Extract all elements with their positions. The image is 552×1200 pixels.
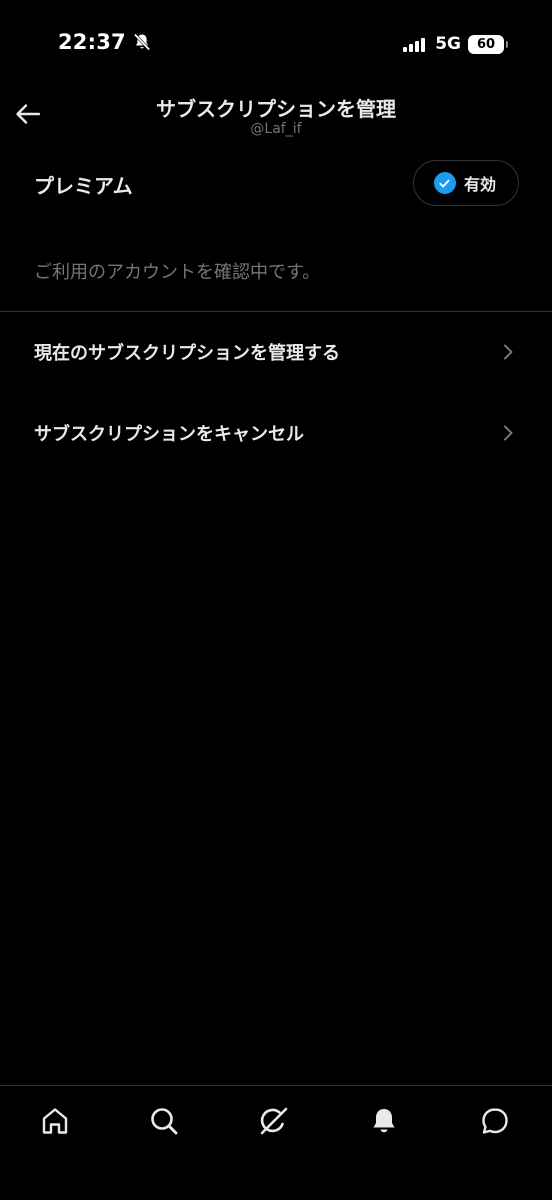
status-bar: 22:37 5G 60 bbox=[0, 0, 552, 90]
bell-icon bbox=[373, 1109, 395, 1133]
battery-level: 60 bbox=[476, 36, 496, 52]
home-icon bbox=[42, 1108, 68, 1134]
grok-icon bbox=[260, 1107, 288, 1135]
header: サブスクリプションを管理 @Laf_if bbox=[0, 88, 552, 148]
bell-off-icon bbox=[133, 33, 151, 51]
manage-subscription-item[interactable]: 現在のサブスクリプションを管理する bbox=[0, 312, 552, 392]
menu-item-label: サブスクリプションをキャンセル bbox=[34, 424, 304, 445]
nav-messages-button[interactable] bbox=[475, 1101, 515, 1141]
status-time: 22:37 bbox=[58, 30, 126, 54]
nav-search-button[interactable] bbox=[144, 1101, 184, 1141]
status-time-group: 22:37 bbox=[58, 30, 152, 54]
status-badge[interactable]: 有効 bbox=[412, 160, 519, 206]
account-handle: @Laf_if bbox=[250, 121, 302, 137]
status-right: 5G 60 bbox=[403, 34, 508, 54]
search-icon bbox=[151, 1108, 178, 1135]
check-circle-icon bbox=[433, 172, 456, 194]
nav-home-button[interactable] bbox=[35, 1101, 75, 1141]
cancel-subscription-item[interactable]: サブスクリプションをキャンセル bbox=[0, 393, 552, 473]
battery-icon: 60 bbox=[468, 34, 508, 54]
status-badge-label: 有効 bbox=[463, 175, 496, 194]
message-icon bbox=[482, 1108, 508, 1134]
chevron-right-icon bbox=[504, 425, 513, 441]
screen: 22:37 5G 60 サブスクリプションを管理 @Laf_if プレミアム 有… bbox=[0, 0, 552, 1200]
premium-label: プレミアム bbox=[34, 174, 133, 198]
page-title: サブスクリプションを管理 bbox=[156, 97, 396, 121]
signal-icon bbox=[403, 36, 426, 52]
network-type: 5G bbox=[435, 34, 461, 54]
chevron-right-icon bbox=[504, 344, 513, 360]
nav-notifications-button[interactable] bbox=[364, 1101, 404, 1141]
menu-item-label: 現在のサブスクリプションを管理する bbox=[34, 343, 340, 364]
account-status-text: ご利用のアカウントを確認中です。 bbox=[34, 262, 321, 283]
bottom-nav bbox=[0, 1085, 552, 1200]
nav-grok-button[interactable] bbox=[254, 1101, 294, 1141]
premium-row: プレミアム 有効 bbox=[0, 160, 552, 206]
